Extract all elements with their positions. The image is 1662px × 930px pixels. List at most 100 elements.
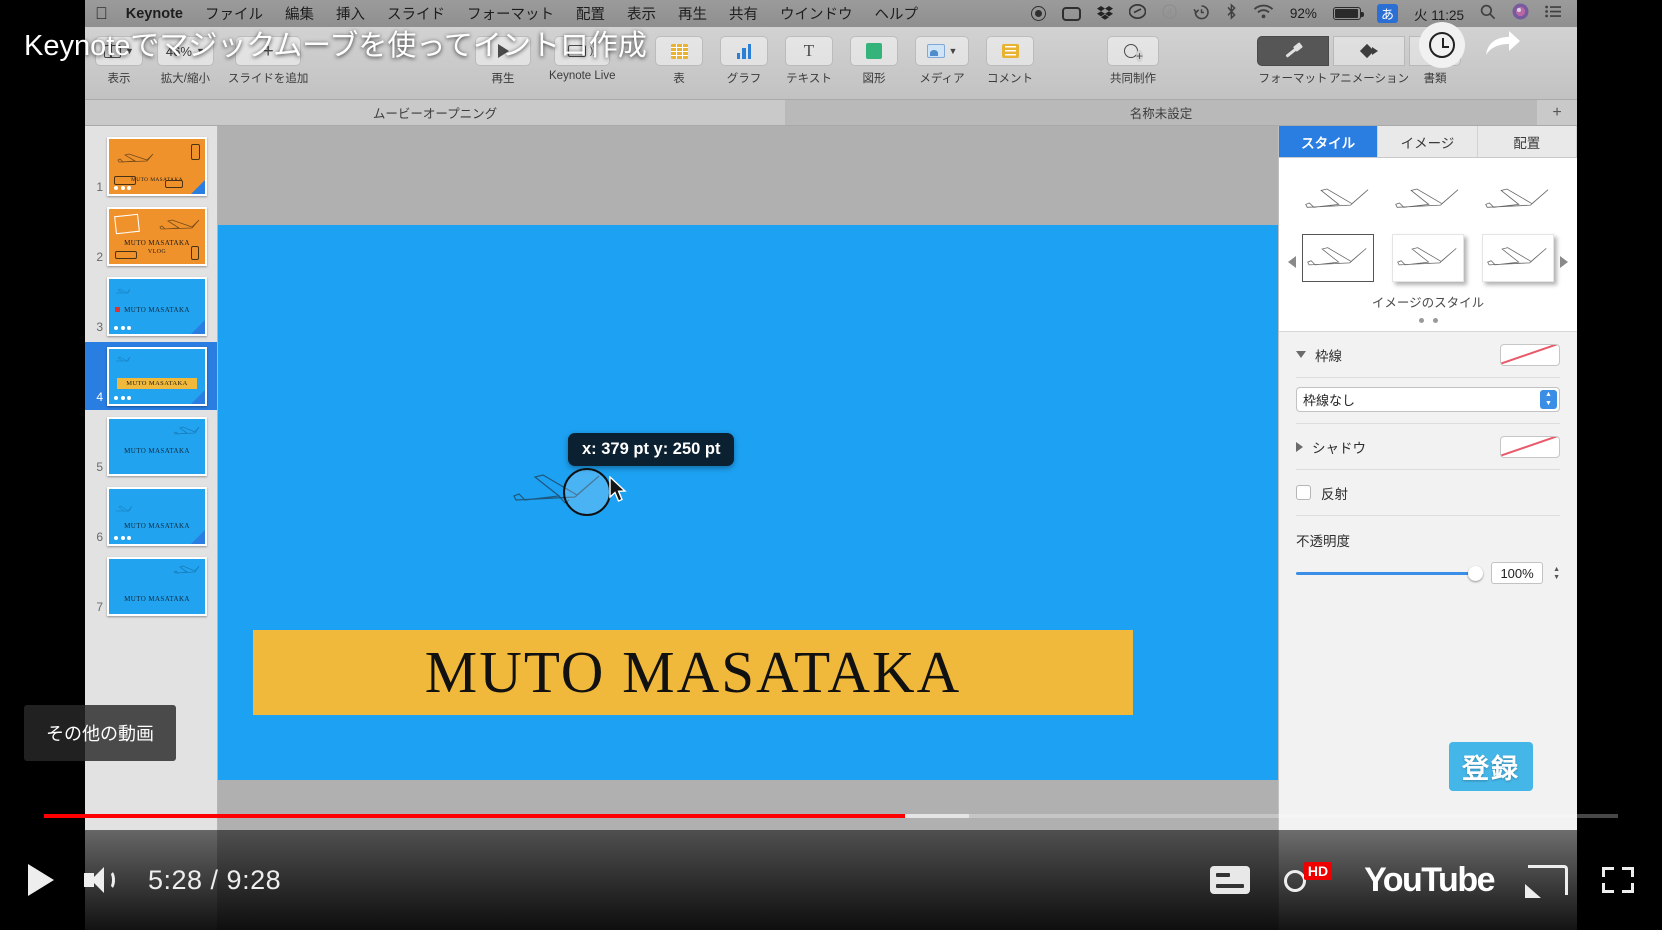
disclosure-triangle-right-icon[interactable] bbox=[1296, 441, 1303, 452]
toolbar-collaborate-button[interactable]: 共同制作 bbox=[1107, 36, 1159, 86]
subtitles-button[interactable] bbox=[1210, 866, 1251, 894]
creative-cloud-icon[interactable] bbox=[1128, 4, 1147, 23]
toolbar-text-button[interactable]: T テキスト bbox=[785, 36, 833, 86]
video-title-overlay[interactable]: Keynoteでマジックムーブを使ってイントロ作成 bbox=[24, 22, 647, 64]
current-slide[interactable]: x: 379 pt y: 250 pt MUTO MASATAKA bbox=[218, 225, 1278, 780]
more-videos-button[interactable]: その他の動画 bbox=[24, 705, 176, 761]
navigator-slide-1[interactable]: 1 MUTO MASATAKA bbox=[85, 132, 217, 200]
volume-button[interactable] bbox=[84, 865, 118, 895]
slide-thumbnail[interactable]: MUTO MASATAKA bbox=[107, 276, 207, 336]
menu-play[interactable]: 再生 bbox=[678, 3, 707, 24]
apple-logo-icon[interactable]:  bbox=[95, 5, 108, 22]
menu-window[interactable]: ウインドウ bbox=[780, 3, 853, 24]
menu-view[interactable]: 表示 bbox=[627, 3, 656, 24]
add-tab-button[interactable]: + bbox=[1537, 104, 1577, 122]
menu-arrange[interactable]: 配置 bbox=[576, 3, 605, 24]
reflection-checkbox[interactable] bbox=[1296, 485, 1311, 500]
wifi-icon[interactable] bbox=[1253, 4, 1274, 23]
share-button[interactable] bbox=[1480, 22, 1526, 68]
toolbar-media-button[interactable]: ▼ メディア bbox=[915, 36, 969, 86]
fullscreen-button[interactable] bbox=[1602, 867, 1634, 893]
input-method-indicator[interactable]: あ bbox=[1376, 4, 1398, 23]
navigator-slide-5[interactable]: 5 MUTO MASATAKA bbox=[85, 412, 217, 480]
menu-help[interactable]: ヘルプ bbox=[874, 3, 918, 24]
watch-later-button[interactable] bbox=[1419, 22, 1465, 68]
player-controls-right: HD YouTube bbox=[1210, 861, 1634, 900]
opacity-value-field[interactable]: 100% bbox=[1491, 562, 1544, 584]
menu-share[interactable]: 共有 bbox=[729, 3, 758, 24]
pager-dot[interactable] bbox=[1418, 318, 1424, 323]
coordinate-tooltip: x: 379 pt y: 250 pt bbox=[568, 433, 735, 466]
menu-file[interactable]: ファイル bbox=[205, 3, 263, 24]
record-icon[interactable] bbox=[1030, 6, 1046, 21]
settings-button[interactable]: HD bbox=[1284, 862, 1333, 896]
style-swatch-1[interactable] bbox=[1302, 176, 1374, 224]
toolbar-format-button[interactable]: フォーマット bbox=[1257, 36, 1329, 86]
tab-style[interactable]: スタイル bbox=[1279, 126, 1379, 157]
navigator-slide-7[interactable]: 7 MUTO MASATAKA bbox=[85, 552, 217, 620]
toolbar-table-button[interactable]: 表 bbox=[655, 36, 703, 86]
slide-thumbnail[interactable]: MUTO MASATAKA bbox=[107, 416, 207, 476]
slide-thumbnail[interactable]: MUTO MASATAKA bbox=[107, 486, 207, 546]
navigator-slide-6[interactable]: 6 MUTO MASATAKA bbox=[85, 482, 217, 550]
app-d-icon[interactable]: d bbox=[1162, 4, 1177, 23]
cast-button[interactable] bbox=[1525, 865, 1568, 898]
style-swatch-6[interactable] bbox=[1482, 234, 1554, 282]
youtube-wordmark[interactable]: YouTube bbox=[1364, 861, 1495, 900]
style-swatch-2[interactable] bbox=[1392, 176, 1464, 224]
shadow-color-swatch[interactable] bbox=[1500, 435, 1560, 458]
selection-handle-ring[interactable] bbox=[563, 468, 611, 516]
section-reflection-row[interactable]: 反射 bbox=[1296, 470, 1560, 516]
slide-thumbnail[interactable]: MUTO MASATAKA VLOG bbox=[107, 206, 207, 266]
toolbar-animation-button[interactable]: アニメーション bbox=[1329, 36, 1409, 86]
slider-knob[interactable] bbox=[1468, 566, 1484, 581]
style-swatch-4-selected[interactable] bbox=[1302, 234, 1374, 282]
slide-thumbnail[interactable]: MUTO MASATAKA bbox=[107, 136, 207, 196]
section-shadow-header[interactable]: シャドウ bbox=[1296, 424, 1560, 470]
slide-thumbnail[interactable]: MUTO MASATAKA bbox=[107, 556, 207, 616]
tab-arrange[interactable]: 配置 bbox=[1477, 126, 1577, 157]
disclosure-triangle-down-icon[interactable] bbox=[1296, 351, 1306, 358]
gallery-pager[interactable] bbox=[1279, 318, 1577, 323]
siri-icon[interactable] bbox=[1512, 3, 1529, 24]
select-stepper-icon[interactable]: ▲ ▼ bbox=[1540, 390, 1557, 409]
slide-thumbnail[interactable]: MUTO MASATAKA bbox=[107, 346, 207, 406]
gallery-prev-arrow-icon[interactable] bbox=[1288, 256, 1296, 268]
tab-image[interactable]: イメージ bbox=[1378, 126, 1478, 157]
navigator-slide-2[interactable]: 2 MUTO MASATAKA VLOG bbox=[85, 202, 217, 270]
pager-dot[interactable] bbox=[1432, 318, 1438, 323]
slide-navigator[interactable]: 1 MUTO MASATAKA 2 MUTO MASATAKA VLOG 3 M… bbox=[85, 126, 218, 930]
opacity-slider[interactable] bbox=[1296, 565, 1484, 581]
play-button[interactable] bbox=[28, 864, 54, 896]
toolbar-shape-button[interactable]: 図形 bbox=[850, 36, 898, 86]
border-style-select[interactable]: 枠線なし ▲ ▼ bbox=[1296, 387, 1560, 412]
border-color-swatch[interactable] bbox=[1500, 343, 1560, 366]
screen-icon[interactable] bbox=[1061, 6, 1081, 21]
style-swatch-3[interactable] bbox=[1482, 176, 1554, 224]
toolbar-comment-button[interactable]: コメント bbox=[986, 36, 1034, 86]
menu-app-name[interactable]: Keynote bbox=[126, 6, 183, 22]
menu-edit[interactable]: 編集 bbox=[285, 3, 314, 24]
video-progress-bar[interactable] bbox=[0, 813, 1662, 818]
navigator-slide-4[interactable]: 4 MUTO MASATAKA bbox=[85, 342, 217, 410]
menu-insert[interactable]: 挿入 bbox=[336, 3, 365, 24]
battery-icon[interactable] bbox=[1332, 7, 1364, 20]
menu-slide[interactable]: スライド bbox=[387, 3, 445, 24]
menubar-clock[interactable]: 火 11:25 bbox=[1414, 4, 1464, 24]
style-swatch-5[interactable] bbox=[1392, 234, 1464, 282]
doc-tab-movie-opening[interactable]: ムービーオープニング bbox=[85, 103, 785, 122]
toolbar-chart-button[interactable]: グラフ bbox=[720, 36, 768, 86]
navigator-slide-3[interactable]: 3 MUTO MASATAKA bbox=[85, 272, 217, 340]
subscribe-badge[interactable]: 登録 bbox=[1449, 742, 1533, 791]
menu-format[interactable]: フォーマット bbox=[467, 3, 554, 24]
title-text-band[interactable]: MUTO MASATAKA bbox=[253, 630, 1133, 715]
spotlight-search-icon[interactable] bbox=[1480, 4, 1496, 24]
doc-tab-untitled[interactable]: 名称未設定 bbox=[785, 100, 1537, 125]
opacity-stepper-icon[interactable]: ▲ ▼ bbox=[1553, 566, 1560, 581]
time-machine-icon[interactable] bbox=[1193, 4, 1210, 24]
gallery-next-arrow-icon[interactable] bbox=[1560, 256, 1568, 268]
section-border-header[interactable]: 枠線 bbox=[1296, 332, 1560, 378]
bluetooth-icon[interactable] bbox=[1226, 3, 1237, 24]
notification-center-icon[interactable] bbox=[1545, 4, 1561, 23]
dropbox-icon[interactable] bbox=[1096, 6, 1113, 21]
